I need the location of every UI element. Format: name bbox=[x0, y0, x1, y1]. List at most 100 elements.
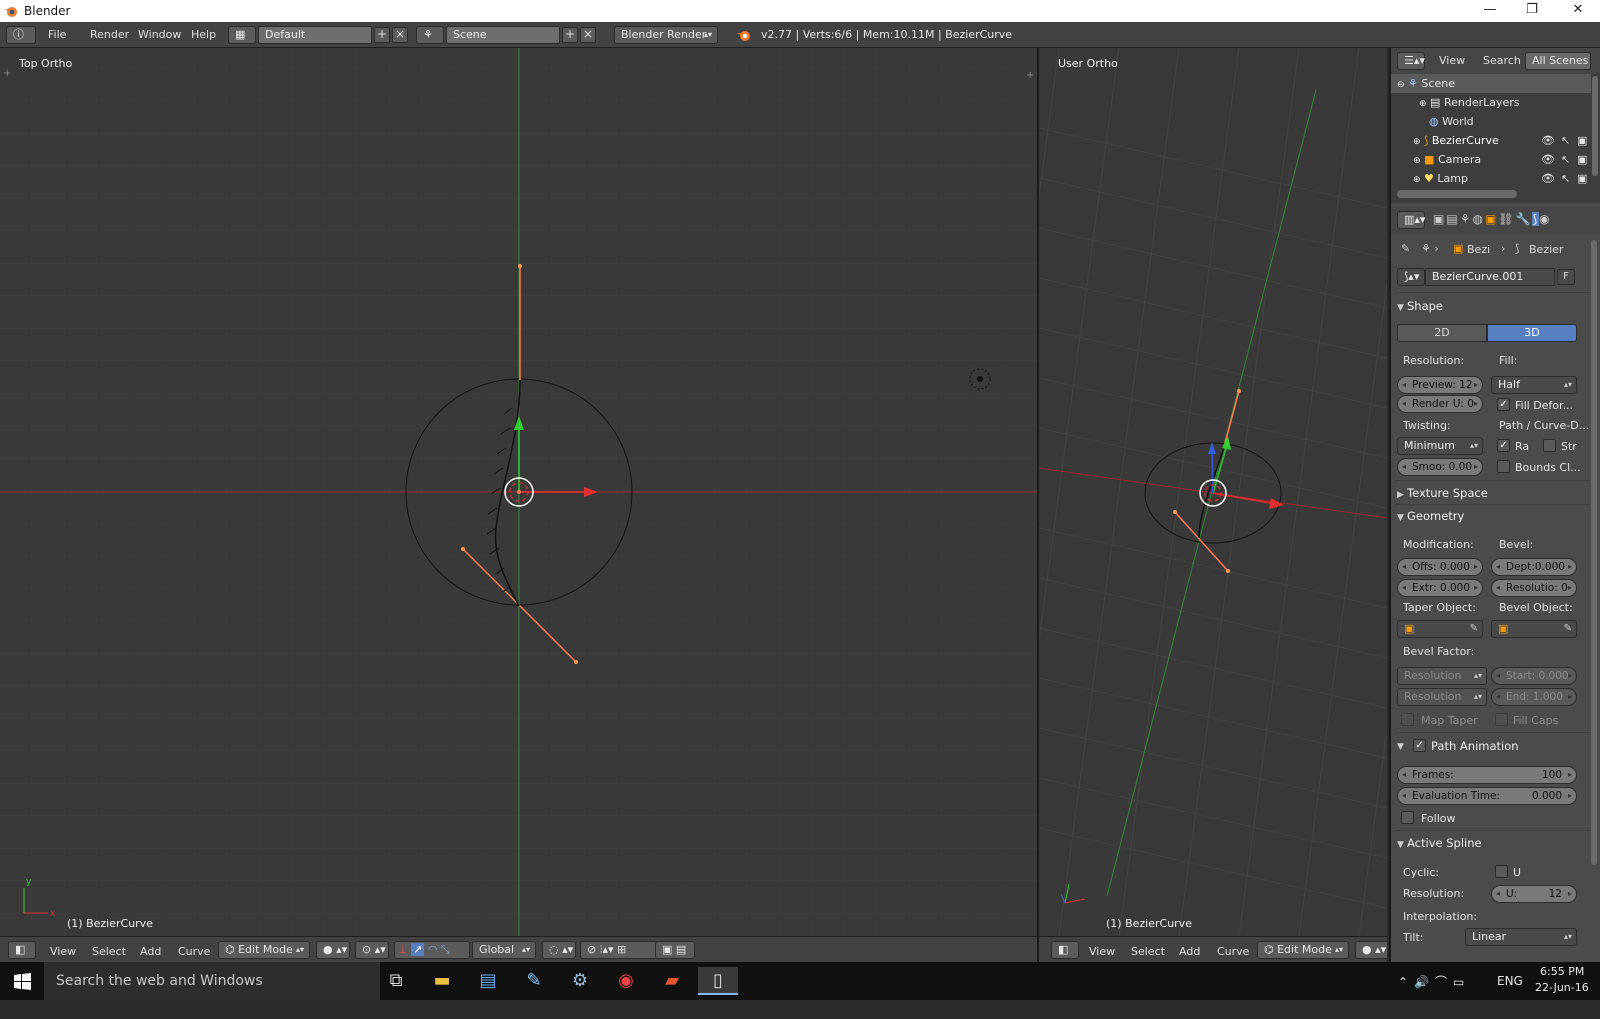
manipulator-icon[interactable]: ⊥ bbox=[398, 943, 408, 956]
volume-icon[interactable]: 🔊 bbox=[1414, 975, 1435, 989]
cursor-icon[interactable]: ↖ bbox=[1561, 150, 1570, 169]
arrow-right-icon[interactable]: ▸ bbox=[1568, 580, 1572, 596]
panel-texture-space-header[interactable]: ▶ Texture Space bbox=[1397, 486, 1488, 500]
material-tab-icon[interactable]: ◉ bbox=[1539, 212, 1551, 226]
eyedropper-icon[interactable]: ✎ bbox=[1564, 621, 1572, 637]
viewport-top-ortho[interactable]: y x + + Top Ortho (1) BezierCurve bbox=[0, 48, 1037, 936]
pin-icon[interactable]: ✎ bbox=[1401, 242, 1410, 255]
outliner-menu-search[interactable]: Search bbox=[1483, 54, 1521, 67]
outliner-row-lamp[interactable]: ⊕ ♥ Lamp 👁 ↖ ▣ bbox=[1391, 169, 1600, 188]
arrow-right-icon[interactable]: ▸ bbox=[1568, 788, 1572, 804]
windows-start-icon[interactable] bbox=[14, 973, 31, 990]
arrow-right-icon[interactable]: ▸ bbox=[1568, 668, 1572, 684]
taper-object-field[interactable]: ▣ ✎ bbox=[1397, 620, 1483, 638]
expand-icon[interactable]: ⊕ bbox=[1413, 137, 1421, 147]
arrow-left-icon[interactable]: ◂ bbox=[1496, 689, 1500, 705]
menu-view[interactable]: View bbox=[50, 945, 76, 958]
bevel-end-field[interactable]: ◂ End: 1.000 ▸ bbox=[1491, 688, 1577, 706]
panel-path-animation-header[interactable]: ▼ bbox=[1397, 738, 1407, 752]
collapse-icon[interactable]: ⊖ bbox=[1397, 80, 1405, 90]
menu-curve[interactable]: Curve bbox=[178, 945, 210, 958]
smooth-field[interactable]: ◂ Smoo: 0.00 ▸ bbox=[1397, 458, 1483, 476]
network-app-icon[interactable]: ▤ bbox=[468, 967, 508, 995]
render-buttons[interactable]: ▣ ▤ bbox=[655, 941, 695, 959]
panel-shape-header[interactable]: ▼ Shape bbox=[1397, 299, 1443, 313]
outliner-display-mode[interactable]: All Scenes bbox=[1525, 52, 1591, 70]
magnet-icon[interactable]: ⊘ bbox=[587, 943, 596, 956]
preview-resolution-field[interactable]: ◂ Preview: 12 ▸ bbox=[1397, 376, 1483, 394]
render-resolution-field[interactable]: ◂ Render U: 0 ▸ bbox=[1397, 395, 1483, 413]
arrow-right-icon[interactable]: ▸ bbox=[1568, 886, 1572, 902]
layout-name-field[interactable]: Default bbox=[258, 26, 372, 44]
steam-icon[interactable]: ⚙ bbox=[560, 967, 600, 995]
follow-checkbox[interactable] bbox=[1401, 811, 1414, 824]
menu-help[interactable]: Help bbox=[191, 28, 216, 41]
scene-tab-icon[interactable]: ⚘ bbox=[1460, 212, 1473, 226]
bevel-factor-mapping-start[interactable]: Resolution ▴▾ bbox=[1397, 667, 1487, 685]
world-tab-icon[interactable]: ◍ bbox=[1472, 212, 1484, 226]
outliner-row-camera[interactable]: ⊕ ■ Camera 👁 ↖ ▣ bbox=[1391, 150, 1600, 169]
arrow-left-icon[interactable]: ◂ bbox=[1402, 767, 1406, 783]
orientation-dropdown[interactable]: Global ▴▾ bbox=[472, 941, 536, 959]
menu-add[interactable]: Add bbox=[140, 945, 161, 958]
evaluation-time-field[interactable]: ◂ Evaluation Time: 0.000 ▸ bbox=[1397, 787, 1577, 805]
panel-active-spline-header[interactable]: ▼ Active Spline bbox=[1397, 836, 1482, 850]
frames-field[interactable]: ◂ Frames: 100 ▸ bbox=[1397, 766, 1577, 784]
blender-taskbar-icon[interactable]: ▯ bbox=[698, 967, 738, 995]
object-tab-icon[interactable]: ▣ bbox=[1485, 212, 1498, 226]
proportional-edit-dropdown[interactable]: ◌ ▴▾ bbox=[542, 941, 576, 959]
pivot-dropdown[interactable]: ⊙ ▴▾ bbox=[355, 941, 389, 959]
outliner-v-scrollbar[interactable] bbox=[1592, 76, 1598, 176]
menu-select[interactable]: Select bbox=[1131, 945, 1165, 958]
scale-icon[interactable]: ⤡ bbox=[441, 943, 450, 956]
menu-render[interactable]: Render bbox=[90, 28, 129, 41]
render-icon[interactable]: ▣ bbox=[1577, 131, 1587, 150]
stretch-checkbox[interactable] bbox=[1543, 439, 1556, 452]
taskbar-date[interactable]: 22-Jun-16 bbox=[1535, 981, 1589, 1019]
extrude-field[interactable]: ◂ Extr: 0.000 ▸ bbox=[1397, 579, 1483, 597]
viewport-user-ortho[interactable]: User Ortho (1) BezierCurve bbox=[1039, 48, 1387, 936]
arrow-right-icon[interactable]: ▸ bbox=[1568, 767, 1572, 783]
menu-select[interactable]: Select bbox=[92, 945, 126, 958]
fake-user-button[interactable]: F bbox=[1557, 269, 1575, 285]
map-taper-checkbox[interactable] bbox=[1401, 713, 1414, 726]
clapper-icon[interactable]: ▤ bbox=[676, 943, 686, 956]
properties-context-tabs[interactable]: ▣▤⚘◍▣⛓🔧⟆◉ bbox=[1433, 212, 1552, 226]
file-explorer-icon[interactable]: ▬ bbox=[422, 967, 462, 995]
arrow-left-icon[interactable]: ◂ bbox=[1496, 668, 1500, 684]
twisting-dropdown[interactable]: Minimum ▴▾ bbox=[1397, 437, 1483, 455]
wifi-icon[interactable]: ⌒ bbox=[1435, 975, 1453, 989]
menu-view[interactable]: View bbox=[1089, 945, 1115, 958]
shading-dropdown[interactable]: ● ▴▾ bbox=[1355, 941, 1387, 959]
editor-type-button[interactable]: ◧ ▴▾ bbox=[8, 941, 36, 972]
properties-editor-type-button[interactable]: ▥▴▾ bbox=[1397, 211, 1425, 229]
add-scene-button[interactable]: + bbox=[562, 27, 578, 43]
bevel-object-field[interactable]: ▣ ✎ bbox=[1491, 620, 1577, 638]
chevron-up-icon[interactable]: ⌃ bbox=[1398, 975, 1414, 989]
renderlayer-tab-icon[interactable]: ▤ bbox=[1446, 212, 1459, 226]
system-tray-icons[interactable]: ⌃🔊⌒▭ bbox=[1398, 973, 1470, 1011]
bounds-clamp-checkbox[interactable] bbox=[1497, 460, 1510, 473]
bevel-factor-mapping-end[interactable]: Resolution ▴▾ bbox=[1397, 688, 1487, 706]
snap-element-icon[interactable]: ⫶▴▾ bbox=[600, 943, 614, 956]
outliner-menu-view[interactable]: View bbox=[1439, 54, 1465, 67]
arrow-left-icon[interactable]: ◂ bbox=[1402, 377, 1406, 393]
arrow-right-icon[interactable]: ▸ bbox=[1568, 689, 1572, 705]
language-indicator[interactable]: ENG bbox=[1497, 974, 1523, 1012]
bevel-depth-field[interactable]: ◂ Dept:0.000 ▸ bbox=[1491, 558, 1577, 576]
arrow-left-icon[interactable]: ◂ bbox=[1496, 580, 1500, 596]
eye-icon[interactable]: 👁 bbox=[1541, 169, 1555, 188]
datablock-browse-button[interactable]: ⟆▴▾ bbox=[1397, 268, 1425, 286]
fill-deform-checkbox[interactable]: ✓ bbox=[1497, 398, 1510, 411]
scene-name-field[interactable]: Scene bbox=[446, 26, 560, 44]
render-tab-icon[interactable]: ▣ bbox=[1433, 212, 1446, 226]
cursor-icon[interactable]: ↖ bbox=[1561, 131, 1570, 150]
scene-selector[interactable]: ⚘ ▴▾ bbox=[416, 26, 444, 57]
snap-target-icon[interactable]: ⊞ bbox=[617, 943, 626, 956]
datablock-name-field[interactable]: BezierCurve.001 bbox=[1425, 268, 1555, 286]
radius-checkbox[interactable]: ✓ bbox=[1497, 439, 1510, 452]
mode-dropdown[interactable]: ⌬ Edit Mode ▴▾ bbox=[1257, 941, 1349, 959]
close-button[interactable]: ✕ bbox=[1556, 0, 1600, 22]
tilt-interpolation-dropdown[interactable]: Linear ▴▾ bbox=[1465, 928, 1577, 946]
arrow-left-icon[interactable]: ◂ bbox=[1496, 559, 1500, 575]
